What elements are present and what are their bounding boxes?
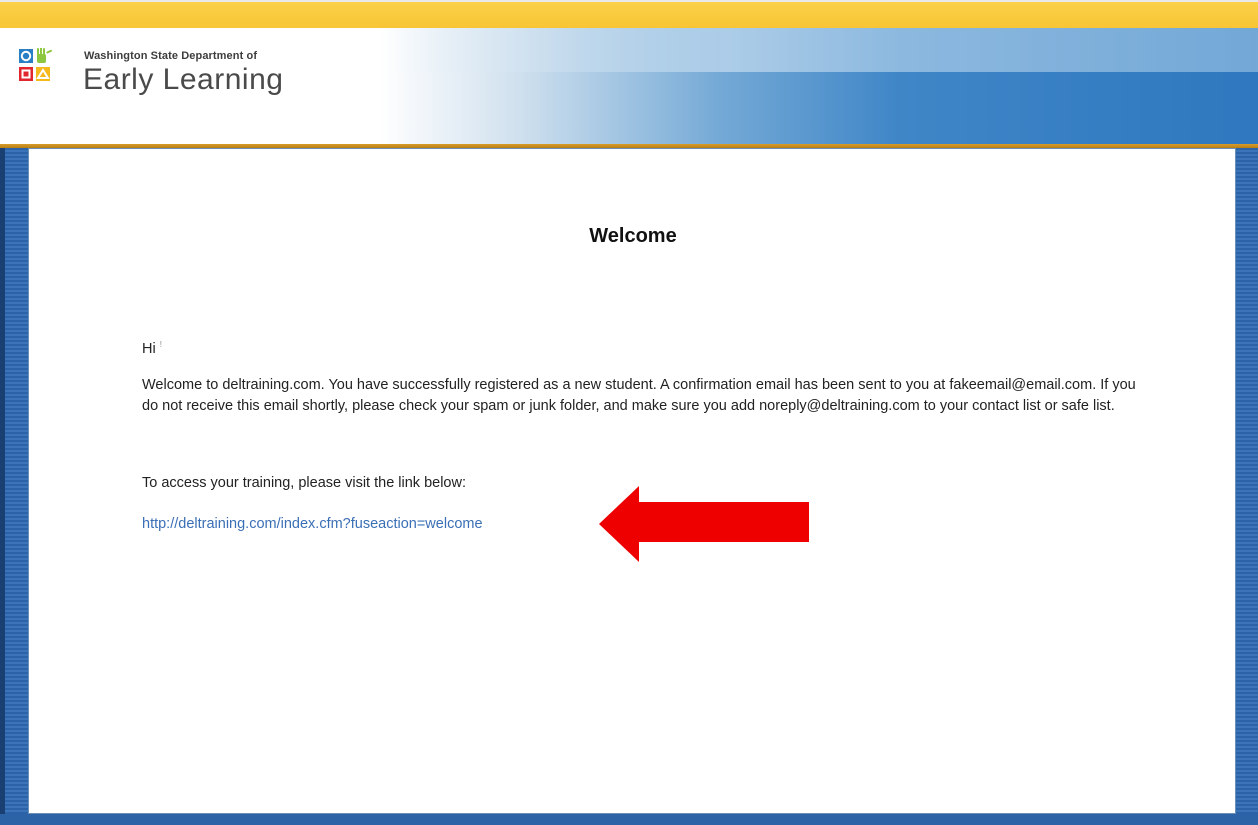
logo-program-name: Early Learning xyxy=(83,63,284,96)
training-link[interactable]: http://deltraining.com/index.cfm?fuseact… xyxy=(142,514,483,535)
frame-left-edge xyxy=(0,148,5,825)
page-title: Welcome xyxy=(589,225,677,247)
app-window: Washington State Department of Early Lea… xyxy=(0,0,1258,825)
logo-agency-line: Washington State Department of xyxy=(84,50,258,62)
frame-bottom xyxy=(0,814,1258,825)
logo-mark-icon xyxy=(19,48,52,81)
content-panel: Welcome Hi ! Welcome to deltraining.com.… xyxy=(28,148,1236,814)
greeting-text: Hi xyxy=(142,340,156,357)
greeting-mark: ! xyxy=(159,340,162,349)
top-yellow-strip xyxy=(0,0,1258,28)
del-logo[interactable]: Washington State Department of Early Lea… xyxy=(18,48,318,104)
red-arrow-icon xyxy=(599,486,809,562)
frame-right xyxy=(1236,148,1258,825)
greeting: Hi ! xyxy=(142,334,1142,360)
header-light-band xyxy=(380,28,1258,72)
welcome-message: Welcome to deltraining.com. You have suc… xyxy=(142,377,1136,414)
top-strip-edge xyxy=(0,0,1258,2)
